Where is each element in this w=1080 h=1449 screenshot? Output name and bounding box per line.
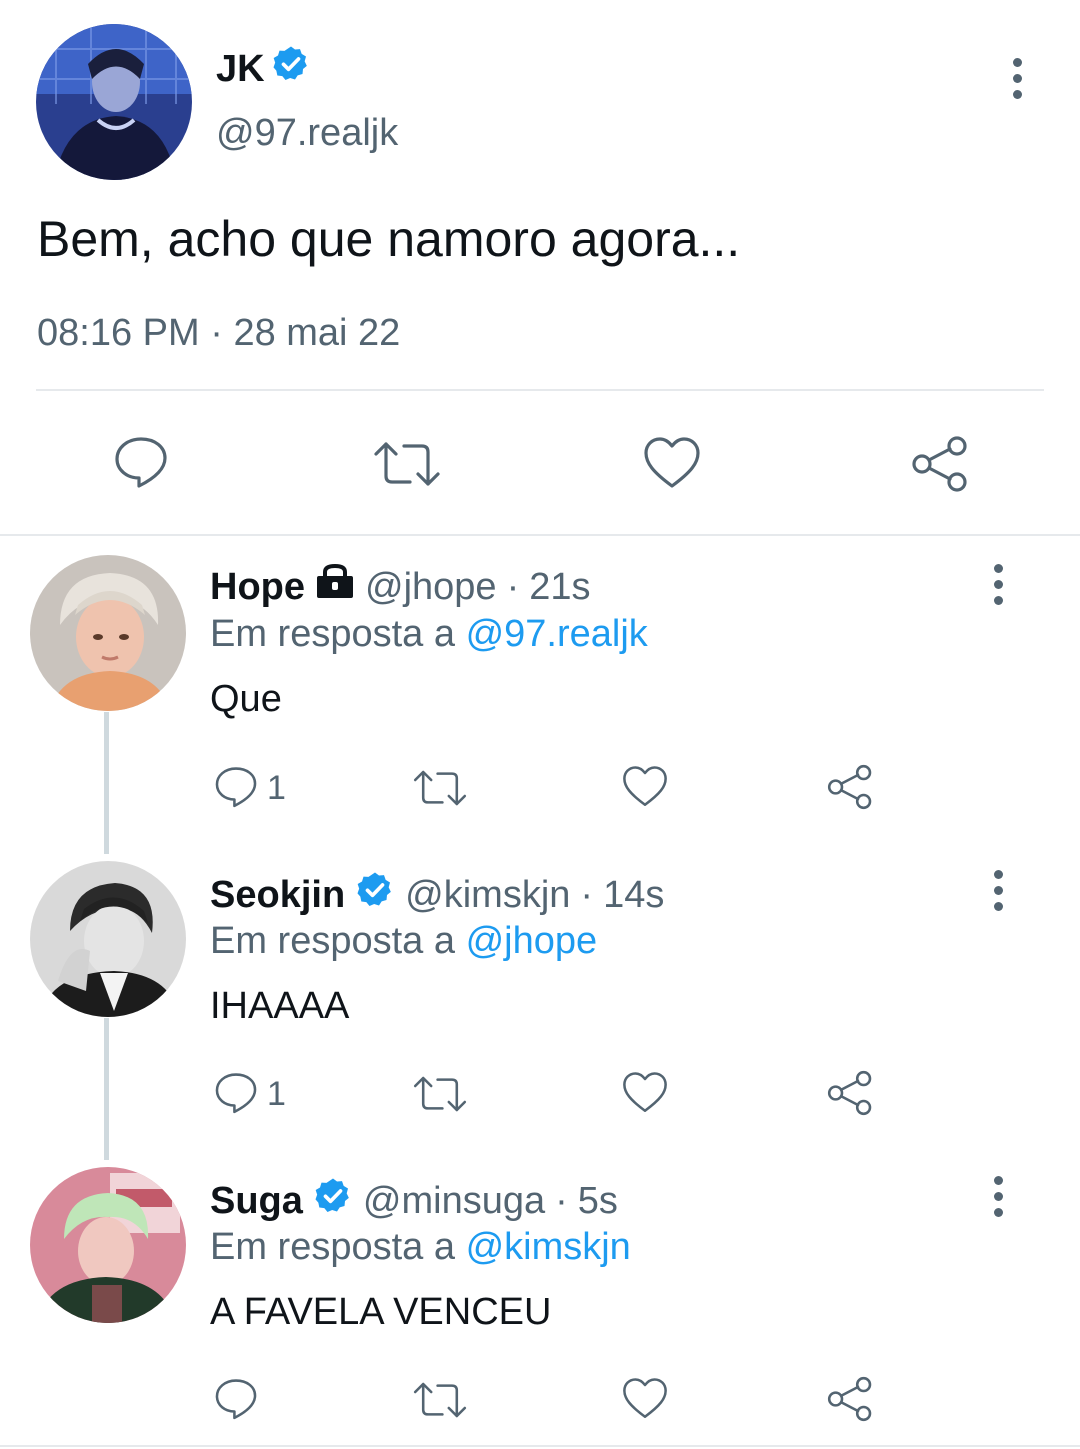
retweet-button[interactable]	[412, 1073, 468, 1120]
heart-icon	[622, 1377, 668, 1425]
jk-avatar[interactable]	[36, 24, 192, 180]
retweet-icon	[412, 1379, 468, 1426]
retweet-button[interactable]	[412, 767, 468, 814]
suga-display-name[interactable]: Suga	[210, 1180, 303, 1223]
jk-name-text: JK	[216, 47, 265, 90]
reply-mention[interactable]: @kimskjn	[466, 1226, 631, 1268]
verified-icon	[313, 1176, 353, 1226]
suga-time-ago: 5s	[577, 1179, 618, 1222]
reply-icon	[213, 1069, 259, 1120]
reply-count: 1	[267, 769, 286, 807]
thread-line	[104, 712, 109, 854]
section-divider	[0, 534, 1080, 536]
like-button[interactable]	[643, 436, 701, 495]
reply-button[interactable]: 1	[213, 763, 286, 814]
hope-handle[interactable]: @jhope	[365, 566, 497, 609]
jk-handle[interactable]: @97.realjk	[216, 112, 398, 155]
reply-text: A FAVELA VENCEU	[210, 1291, 552, 1333]
reply-prefix: Em resposta a	[210, 1226, 455, 1268]
like-button[interactable]	[622, 1071, 668, 1119]
retweet-icon	[372, 438, 442, 495]
dot-separator: ·	[506, 565, 520, 608]
share-icon	[826, 1375, 874, 1428]
retweet-button[interactable]	[412, 1379, 468, 1426]
like-button[interactable]	[622, 1377, 668, 1425]
dot-separator: ·	[555, 1179, 568, 1222]
seokjin-header: Seokjin @kimskjn · 14s	[210, 870, 664, 920]
retweet-button[interactable]	[372, 438, 442, 495]
heart-icon	[643, 436, 701, 495]
dot-separator: ·	[580, 873, 594, 916]
bottom-divider	[0, 1445, 1080, 1447]
seokjin-time-ago: 14s	[603, 873, 665, 916]
reply-prefix: Em resposta a	[210, 613, 455, 655]
suga-avatar[interactable]	[30, 1167, 186, 1323]
tweet-text: Bem, acho que namoro agora...	[37, 211, 741, 267]
share-button[interactable]	[826, 1375, 874, 1428]
seokjin-avatar[interactable]	[30, 861, 186, 1017]
more-options-icon[interactable]	[988, 564, 1008, 605]
seokjin-display-name[interactable]: Seokjin	[210, 874, 345, 917]
replying-to: Em resposta a @97.realjk	[210, 613, 648, 656]
hope-avatar[interactable]	[30, 555, 186, 711]
reply-icon	[213, 763, 259, 814]
more-options-icon[interactable]	[1007, 58, 1027, 99]
jk-display-name[interactable]: JK	[216, 44, 311, 94]
share-button[interactable]	[826, 1069, 874, 1122]
hope-time-ago: 21s	[529, 565, 591, 608]
share-icon	[826, 763, 874, 816]
thread-line	[104, 1018, 109, 1160]
reply-count: 1	[267, 1075, 286, 1113]
like-button[interactable]	[622, 765, 668, 813]
retweet-icon	[412, 1073, 468, 1120]
hope-display-name[interactable]: Hope	[210, 566, 305, 609]
suga-header: Suga @minsuga · 5s	[210, 1176, 618, 1226]
share-button[interactable]	[826, 763, 874, 816]
divider	[36, 389, 1044, 391]
hope-header: Hope @jhope · 21s	[210, 563, 591, 610]
seokjin-handle[interactable]: @kimskjn	[405, 874, 570, 917]
reply-mention[interactable]: @97.realjk	[466, 613, 648, 655]
reply-button[interactable]	[213, 1375, 259, 1426]
replying-to: Em resposta a @jhope	[210, 920, 597, 963]
share-button[interactable]	[910, 434, 970, 499]
reply-mention[interactable]: @jhope	[466, 920, 598, 962]
verified-icon	[271, 44, 311, 94]
replying-to: Em resposta a @kimskjn	[210, 1226, 631, 1269]
retweet-icon	[412, 767, 468, 814]
reply-button[interactable]: 1	[213, 1069, 286, 1120]
heart-icon	[622, 1071, 668, 1119]
share-icon	[910, 434, 970, 499]
reply-button[interactable]	[112, 432, 170, 495]
share-icon	[826, 1069, 874, 1122]
more-options-icon[interactable]	[988, 1176, 1008, 1217]
reply-icon	[213, 1375, 259, 1426]
suga-handle[interactable]: @minsuga	[363, 1180, 545, 1223]
more-options-icon[interactable]	[988, 870, 1008, 911]
tweet-date: 28 mai 22	[233, 312, 401, 354]
time-separator: ·	[210, 312, 223, 354]
reply-prefix: Em resposta a	[210, 920, 455, 962]
lock-icon	[315, 563, 355, 610]
heart-icon	[622, 765, 668, 813]
tweet-time: 08:16 PM	[37, 312, 200, 354]
verified-icon	[355, 870, 395, 920]
reply-text: IHAAAA	[210, 985, 350, 1027]
tweet-timestamp[interactable]: 08:16 PM · 28 mai 22	[37, 312, 400, 355]
reply-text: Que	[210, 678, 282, 720]
reply-icon	[112, 432, 170, 495]
